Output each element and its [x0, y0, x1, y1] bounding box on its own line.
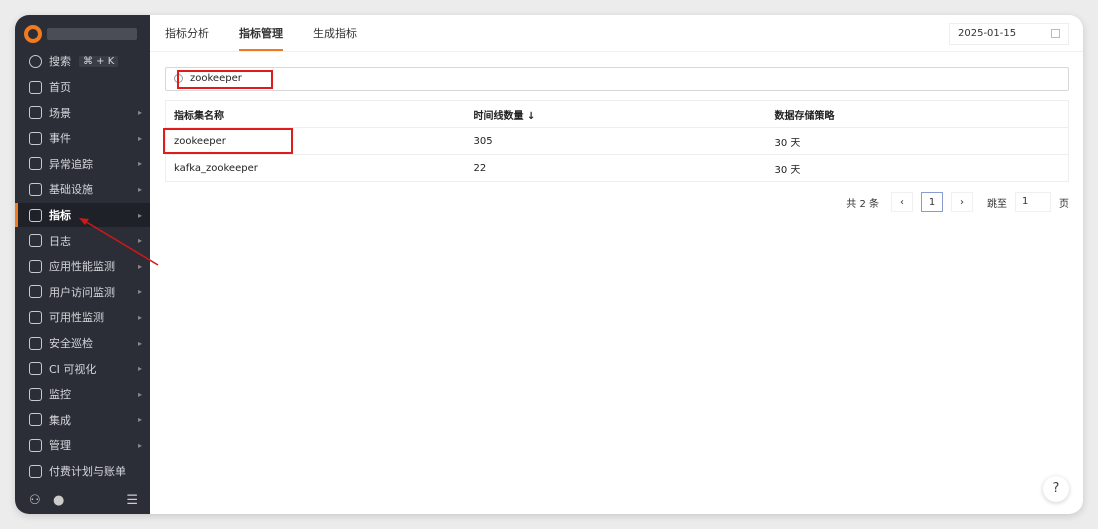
chevron-right-icon: ▸: [137, 364, 142, 374]
divider: [150, 51, 1083, 52]
sidebar-item[interactable]: 集成 ▸: [15, 408, 150, 432]
pagination: 共 2 条 ‹ 1 › 跳至 1 页: [846, 192, 1069, 212]
date-picker[interactable]: 2025-01-15: [949, 23, 1069, 45]
chevron-right-icon: ▸: [137, 440, 142, 450]
sidebar-item-label: 可用性监测: [49, 311, 104, 325]
sidebar-item[interactable]: 付费计划与账单: [15, 459, 150, 483]
sidebar-item-label: 付费计划与账单: [49, 465, 126, 478]
cell: 30 天: [766, 127, 1069, 155]
sidebar-item[interactable]: 安全巡检 ▸: [15, 331, 150, 355]
tab-metric-management[interactable]: 指标管理: [239, 15, 283, 51]
sidebar-item-label: 监控: [49, 388, 71, 402]
cell: 30 天: [766, 154, 1069, 182]
cell: 305: [465, 127, 767, 155]
chevron-right-icon: ▸: [137, 312, 142, 322]
nav-icon: [29, 310, 42, 324]
sidebar-item-label: 管理: [49, 439, 71, 453]
sidebar-item-label: 集成: [49, 413, 71, 427]
nav-icon: [29, 464, 42, 478]
next-page-button[interactable]: ›: [951, 192, 973, 212]
chevron-right-icon: ▸: [137, 415, 142, 425]
nav-icon: [29, 362, 42, 376]
column-header: 数据存储策略: [766, 100, 1069, 128]
tab-generate-metric[interactable]: 生成指标: [313, 15, 357, 51]
jump-input[interactable]: 1: [1015, 192, 1051, 212]
nav-icon: [29, 438, 42, 452]
sidebar-footer: ⚇ ● ☰: [29, 493, 138, 508]
column-header-sortable[interactable]: 时间线数量 ↓: [465, 100, 767, 128]
search-input[interactable]: zookeeper: [165, 67, 1069, 91]
sidebar-item-label: CI 可视化: [49, 362, 97, 376]
chevron-right-icon: ▸: [137, 389, 142, 399]
nav-icon: [29, 336, 42, 350]
chevron-right-icon: ▸: [137, 338, 142, 348]
jump-label: 跳至: [987, 198, 1007, 210]
user-icon[interactable]: ⚇: [29, 493, 41, 508]
table-row[interactable]: zookeeper 305 30 天: [165, 127, 1069, 155]
table-header: 指标集名称 时间线数量 ↓ 数据存储策略: [165, 100, 1069, 128]
prev-page-button[interactable]: ‹: [891, 192, 913, 212]
metrics-table: 指标集名称 时间线数量 ↓ 数据存储策略 zookeeper 305 30 天 …: [165, 100, 1069, 182]
assistant-icon[interactable]: ●: [53, 493, 64, 508]
calendar-icon: [1051, 29, 1060, 38]
sidebar-item[interactable]: 监控 ▸: [15, 382, 150, 406]
annotation-arrow: [79, 218, 159, 266]
page-1-button[interactable]: 1: [921, 192, 943, 212]
main-content: 指标分析 指标管理 生成指标 2025-01-15 zookeeper 指标集名…: [150, 15, 1083, 514]
collapse-menu-icon[interactable]: ☰: [126, 493, 138, 508]
nav-icon: [29, 413, 42, 427]
nav-icon: [29, 387, 42, 401]
total-count: 共 2 条: [846, 198, 879, 210]
sidebar-item[interactable]: CI 可视化 ▸: [15, 357, 150, 381]
date-value: 2025-01-15: [958, 28, 1017, 39]
cell: 22: [465, 154, 767, 182]
sidebar-item[interactable]: 管理 ▸: [15, 433, 150, 457]
sidebar-item[interactable]: 可用性监测 ▸: [15, 305, 150, 329]
app-window: 搜索 ⌘ + K 首页 场景 ▸ 事件 ▸ 异常追踪 ▸ 基础设施 ▸ 指标 ▸ 日志 ▸ 应用性能监测 ▸…: [15, 15, 1083, 514]
page-suffix: 页: [1059, 198, 1069, 210]
sidebar-item-label: 安全巡检: [49, 337, 93, 350]
help-button[interactable]: ?: [1043, 476, 1069, 502]
table-row[interactable]: kafka_zookeeper 22 30 天: [165, 154, 1069, 182]
